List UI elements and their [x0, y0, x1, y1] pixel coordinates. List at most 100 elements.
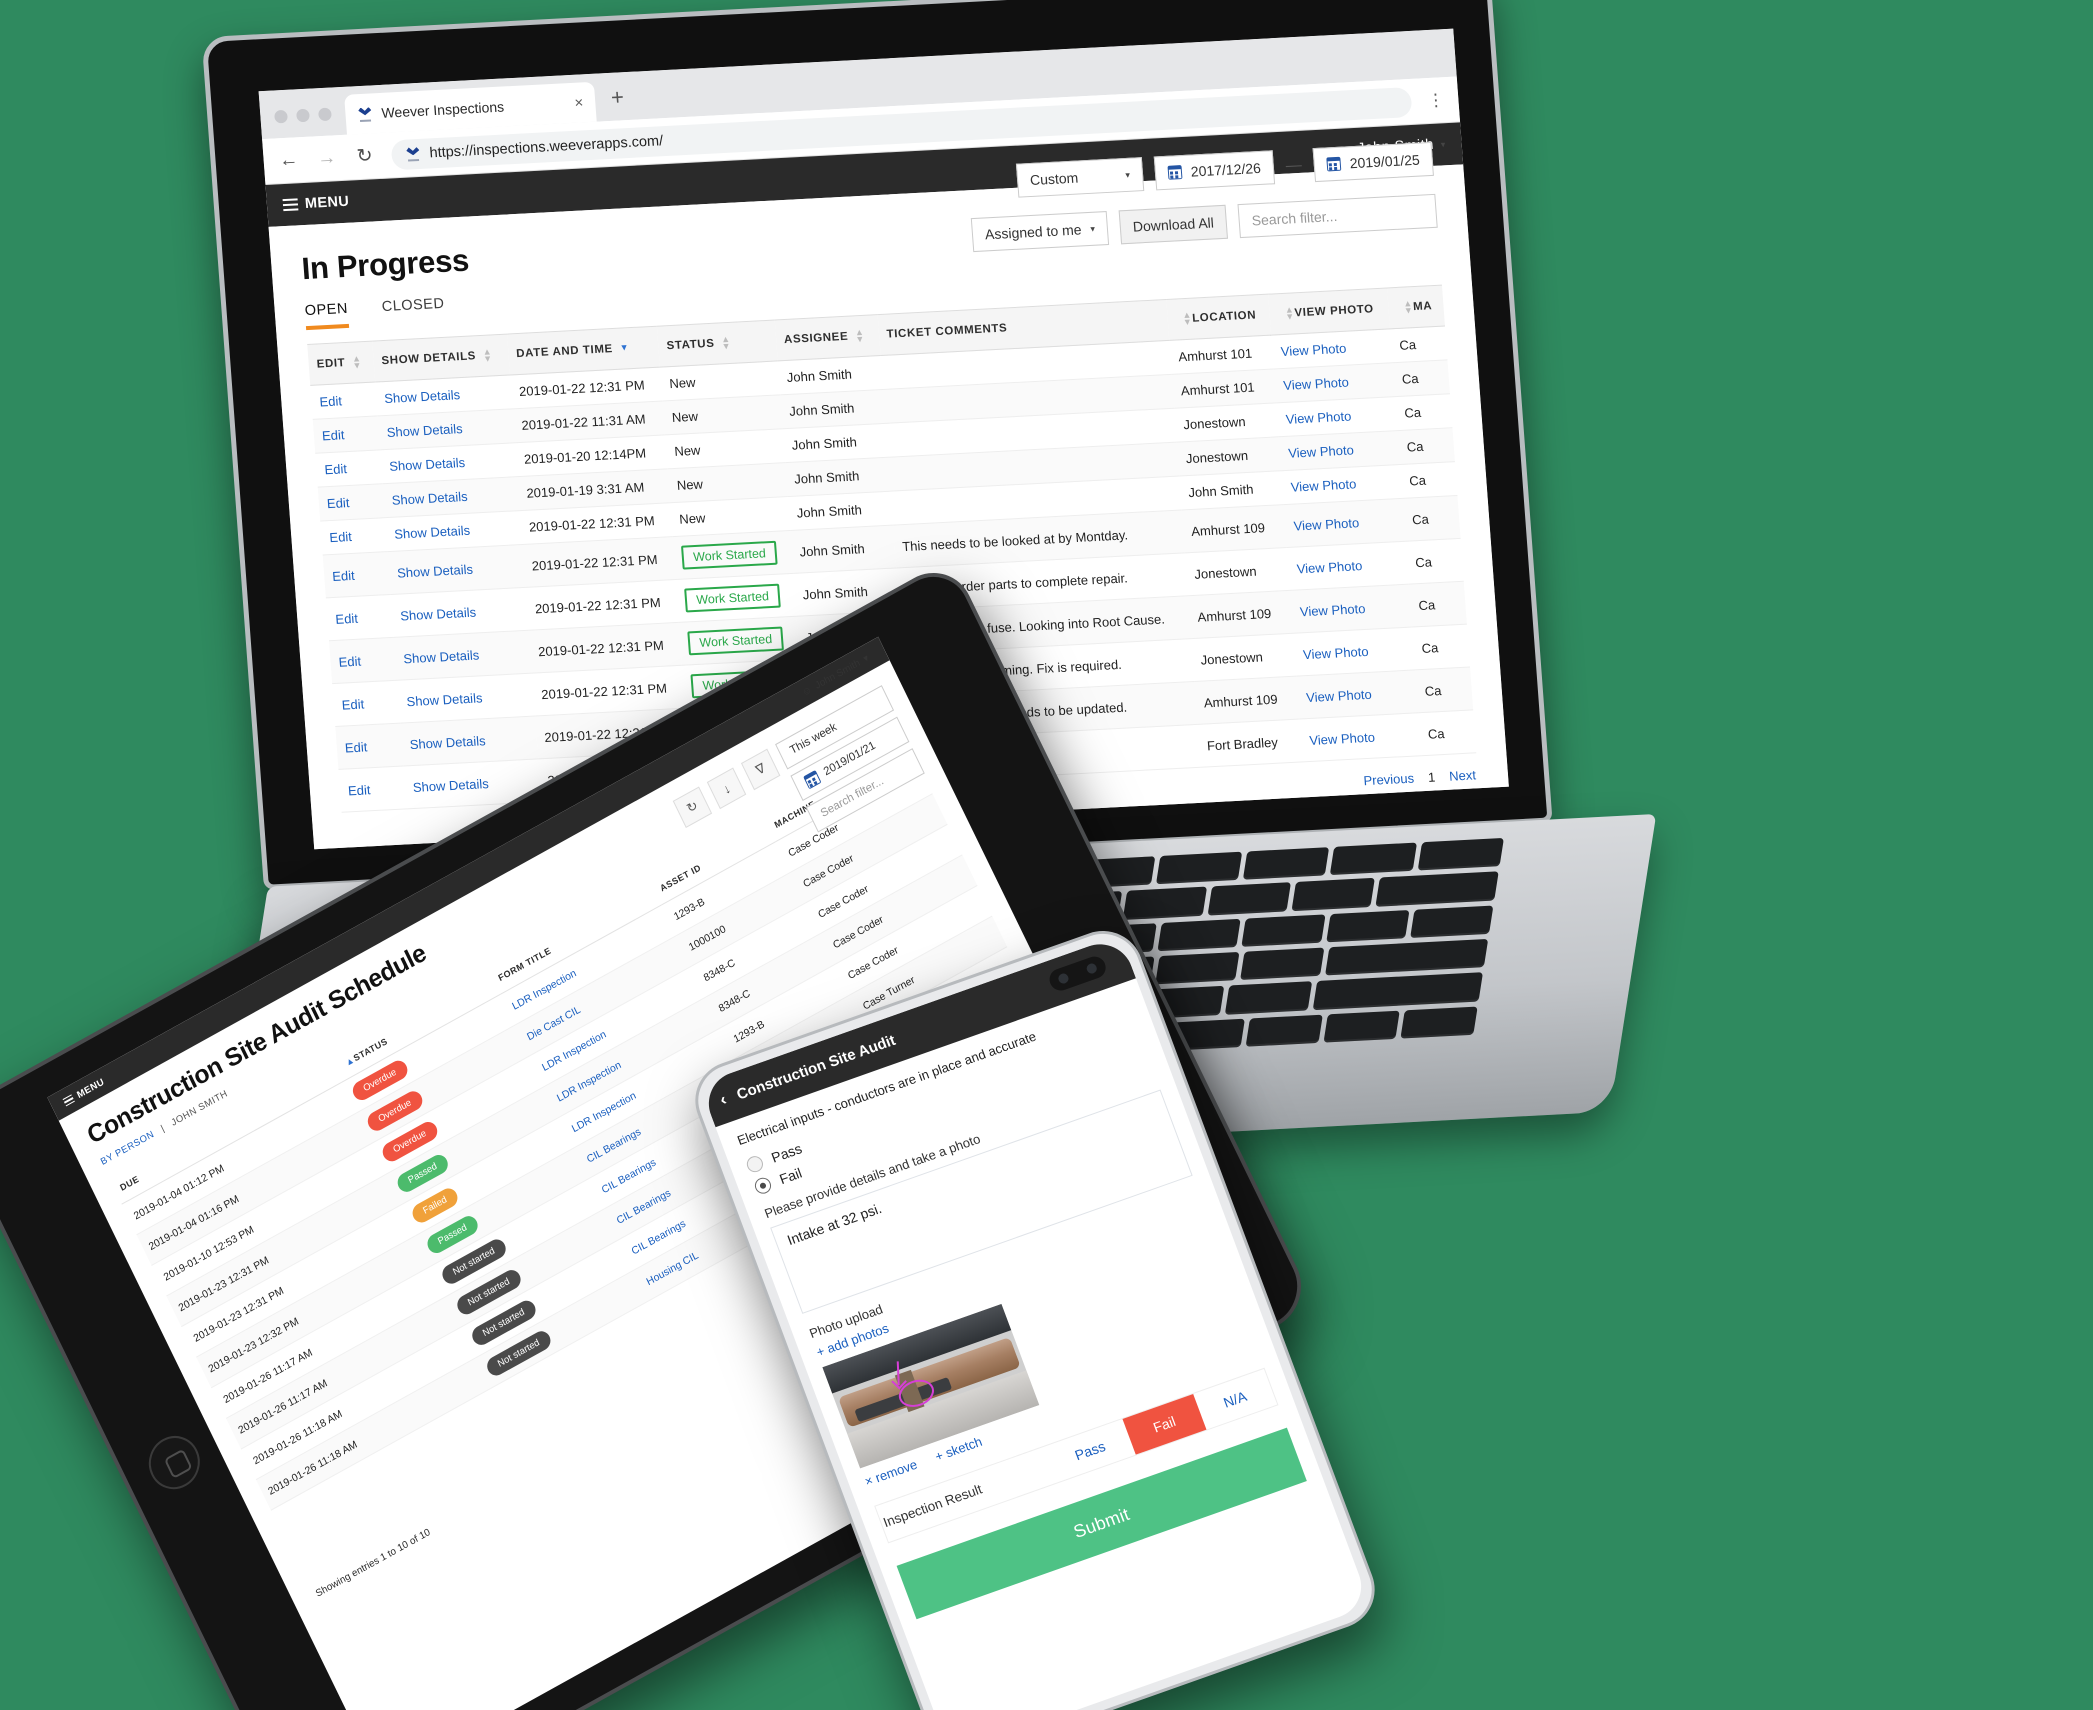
forward-icon[interactable]: → [315, 147, 339, 170]
view-photo-link[interactable]: View Photo [1302, 643, 1369, 661]
sort-icon[interactable]: ▲ ▼ [352, 353, 363, 370]
result-fail-button[interactable]: Fail [1122, 1393, 1207, 1455]
view-photo-link[interactable]: View Photo [1290, 476, 1357, 494]
previous-page-button[interactable]: Previous [1363, 771, 1415, 789]
radio-selected-icon[interactable] [752, 1175, 774, 1196]
photo-thumbnail[interactable] [822, 1303, 1040, 1469]
cell-view-photo[interactable]: View Photo [1284, 498, 1406, 548]
edit-link[interactable]: Edit [321, 427, 344, 443]
cell-edit[interactable]: Edit [329, 637, 397, 684]
cell-view-photo[interactable]: View Photo [1299, 712, 1422, 762]
download-icon[interactable]: ↓ [706, 767, 747, 810]
window-controls[interactable] [274, 107, 347, 139]
browser-menu-icon[interactable]: ⋮ [1427, 90, 1445, 111]
view-photo-link[interactable]: View Photo [1309, 729, 1376, 747]
cell-view-photo[interactable]: View Photo [1293, 627, 1416, 677]
cell-view-photo[interactable]: View Photo [1296, 669, 1419, 720]
edit-link[interactable]: Edit [332, 567, 355, 583]
show-details-link[interactable]: Show Details [409, 733, 486, 752]
back-icon[interactable]: ‹ [717, 1090, 729, 1111]
reload-icon[interactable]: ↻ [353, 144, 377, 168]
show-details-link[interactable]: Show Details [389, 455, 466, 474]
view-photo-link[interactable]: View Photo [1293, 515, 1360, 533]
edit-link[interactable]: Edit [338, 653, 361, 669]
back-icon[interactable]: ← [277, 149, 301, 172]
date-from-field[interactable]: 2017/12/26 [1153, 150, 1276, 191]
show-details-link[interactable]: Show Details [412, 776, 489, 795]
cell-edit[interactable]: Edit [332, 680, 401, 727]
close-icon[interactable]: × [574, 94, 584, 111]
show-details-link[interactable]: Show Details [391, 489, 468, 508]
view-photo-link[interactable]: View Photo [1306, 686, 1373, 704]
show-details-link[interactable]: Show Details [397, 561, 474, 580]
cell-edit[interactable]: Edit [310, 382, 378, 420]
new-tab-icon[interactable]: + [594, 83, 641, 121]
date-to-field[interactable]: 2019/01/25 [1312, 141, 1434, 183]
view-photo-link[interactable]: View Photo [1299, 600, 1366, 618]
cell-edit[interactable]: Edit [315, 449, 383, 488]
sort-icon[interactable]: ▲ ▼ [721, 334, 732, 351]
show-details-link[interactable]: Show Details [406, 690, 483, 709]
edit-link[interactable]: Edit [319, 393, 342, 409]
page-number[interactable]: 1 [1427, 770, 1435, 785]
cell-view-photo[interactable]: View Photo [1290, 584, 1413, 634]
col-assignee[interactable]: ASSIGNEE ▲ ▼ [774, 314, 881, 361]
cell-edit[interactable]: Edit [322, 551, 391, 598]
show-details-link[interactable]: Show Details [403, 647, 480, 666]
edit-link[interactable]: Edit [341, 696, 364, 712]
col-machine[interactable]: ▲ ▼MA [1387, 285, 1445, 329]
col-edit[interactable]: EDIT ▲ ▼ [307, 341, 376, 386]
assignee-filter-select[interactable]: Assigned to me ▾ [970, 211, 1110, 253]
cell-edit[interactable]: Edit [325, 594, 394, 641]
cell-edit[interactable]: Edit [317, 483, 386, 522]
edit-link[interactable]: Edit [344, 739, 367, 755]
cell-location: Jonestown [1174, 402, 1280, 443]
cell-edit[interactable]: Edit [338, 765, 407, 813]
edit-link[interactable]: Edit [324, 461, 347, 477]
edit-link[interactable]: Edit [329, 529, 352, 545]
show-details-link[interactable]: Show Details [386, 421, 463, 440]
filter-icon[interactable]: ∇ [740, 748, 781, 791]
view-photo-link[interactable]: View Photo [1280, 341, 1347, 359]
tablet-home-button[interactable] [140, 1426, 209, 1499]
sort-desc-icon[interactable]: ▼ [619, 343, 629, 353]
cell-edit[interactable]: Edit [335, 723, 404, 770]
view-photo-link[interactable]: View Photo [1288, 442, 1355, 460]
cell-show-details[interactable]: Show Details [396, 673, 535, 724]
tab-open[interactable]: OPEN [304, 300, 350, 331]
radio-unselected-icon[interactable] [744, 1153, 766, 1174]
menu-button[interactable]: MENU [282, 194, 350, 213]
col-show-details[interactable]: SHOW DETAILS ▲ ▼ [372, 334, 510, 383]
hamburger-icon[interactable] [62, 1093, 76, 1107]
show-details-link[interactable]: Show Details [400, 604, 477, 623]
edit-link[interactable]: Edit [347, 782, 370, 798]
cell-edit[interactable]: Edit [320, 517, 388, 555]
cell-show-details[interactable]: Show Details [387, 544, 526, 595]
col-location[interactable]: ▲ ▼LOCATION [1166, 294, 1272, 341]
view-photo-link[interactable]: View Photo [1296, 558, 1363, 576]
show-details-link[interactable]: Show Details [394, 523, 471, 542]
col-status[interactable]: STATUS ▲ ▼ [657, 320, 778, 368]
cell-show-details[interactable]: Show Details [390, 587, 529, 638]
edit-link[interactable]: Edit [335, 610, 358, 626]
sort-icon[interactable]: ▲ ▼ [855, 327, 866, 344]
cell-show-details[interactable]: Show Details [393, 630, 532, 681]
result-na-button[interactable]: N/A [1193, 1369, 1277, 1430]
next-page-button[interactable]: Next [1449, 767, 1477, 783]
cell-machine: Ca [1397, 427, 1455, 465]
cell-edit[interactable]: Edit [312, 415, 381, 454]
inspection-result-label: Inspection Result [881, 1481, 985, 1531]
cell-location: John Smith [1179, 470, 1285, 510]
view-photo-link[interactable]: View Photo [1283, 375, 1350, 393]
result-pass-button[interactable]: Pass [1044, 1419, 1136, 1482]
view-photo-link[interactable]: View Photo [1285, 408, 1352, 426]
show-details-link[interactable]: Show Details [384, 387, 461, 406]
download-all-button[interactable]: Download All [1118, 204, 1228, 245]
cell-view-photo[interactable]: View Photo [1287, 541, 1409, 591]
col-view-photo[interactable]: ▲ ▼VIEW PHOTO [1268, 287, 1391, 336]
edit-link[interactable]: Edit [326, 495, 349, 511]
range-preset-select[interactable]: Custom ▾ [1015, 157, 1145, 198]
tab-closed[interactable]: CLOSED [381, 296, 446, 326]
sort-icon[interactable]: ▲ ▼ [482, 346, 493, 363]
cell-show-details[interactable]: Show Details [400, 716, 539, 766]
